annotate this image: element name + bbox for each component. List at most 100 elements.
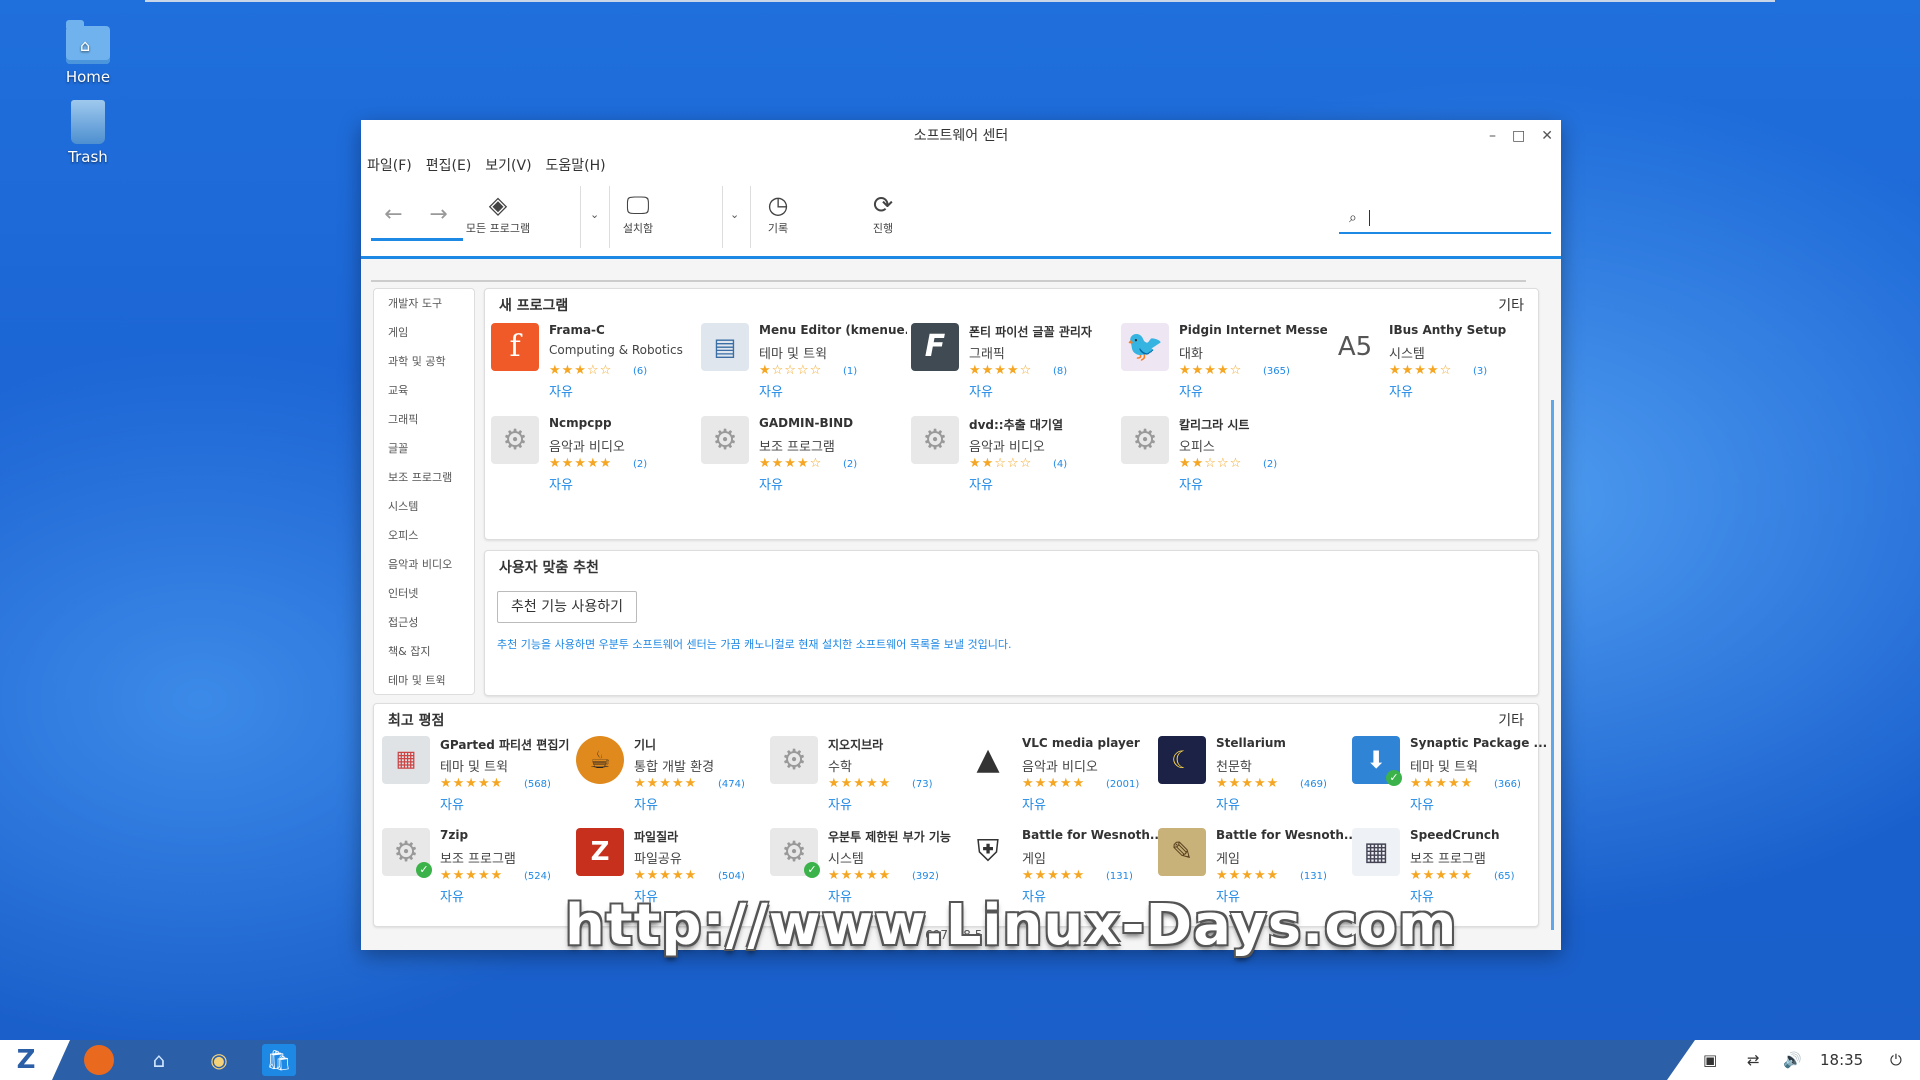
files-icon[interactable]: ⌂ <box>142 1044 176 1076</box>
power-icon[interactable]: ⏻ <box>1890 1040 1902 1080</box>
installed-button[interactable]: 🖵 설치함 <box>593 190 683 236</box>
back-arrow-icon[interactable]: ← <box>371 196 416 234</box>
app-review-count: (73) <box>912 779 933 790</box>
volume-icon[interactable]: 🔊 <box>1783 1040 1802 1080</box>
app-card[interactable]: ▤ Menu Editor (kmenue... 테마 및 트윅 ★☆☆☆☆ (… <box>701 323 907 401</box>
clock[interactable]: 18:35 <box>1820 1040 1863 1080</box>
app-card[interactable]: ☾ Stellarium 천문학 ★★★★★ (469) 자유 <box>1158 736 1363 814</box>
app-card[interactable]: f Frama-C Computing & Robotics ★★★☆☆ (6)… <box>491 323 696 401</box>
sidebar-item-science[interactable]: 과학 및 공학 <box>374 347 474 376</box>
menu-view[interactable]: 보기(V) <box>485 155 531 175</box>
app-card[interactable]: ⚙ dvd::추출 대기열 음악과 비디오 ★★☆☆☆ (4) 자유 <box>911 416 1116 494</box>
home-folder-icon: ⌂ <box>66 20 110 64</box>
app-card[interactable]: ⚙ 칼리그라 시트 오피스 ★★☆☆☆ (2) 자유 <box>1121 416 1326 494</box>
software-center-taskbar-icon[interactable]: 🛍 <box>262 1044 296 1076</box>
app-card[interactable]: ⚙ Ncmpcpp 음악과 비디오 ★★★★★ (2) 자유 <box>491 416 696 494</box>
app-review-count: (365) <box>1263 366 1290 377</box>
app-license: 자유 <box>634 798 658 813</box>
sidebar-item-education[interactable]: 교육 <box>374 376 474 405</box>
desktop-trash[interactable]: Trash <box>38 100 138 166</box>
minimize-icon[interactable]: – <box>1489 120 1496 152</box>
network-icon[interactable]: ⇄ <box>1747 1040 1760 1080</box>
music-player-icon[interactable]: ◉ <box>202 1044 236 1076</box>
sidebar-item-graphics[interactable]: 그래픽 <box>374 405 474 434</box>
speedcrunch-icon: ▦ <box>1352 828 1400 876</box>
app-license: 자유 <box>759 385 783 400</box>
desktop-home[interactable]: ⌂ Home <box>38 20 138 86</box>
app-license: 자유 <box>1022 798 1046 813</box>
app-license: 자유 <box>440 890 464 905</box>
app-name: SpeedCrunch <box>1410 828 1500 842</box>
history-button[interactable]: ◷ 기록 <box>733 190 823 236</box>
new-programs-more-link[interactable]: 기타 <box>1498 295 1524 315</box>
app-review-count: (504) <box>718 871 745 882</box>
sidebar-item-themes[interactable]: 테마 및 트윅 <box>374 666 474 695</box>
top-strip <box>145 0 1775 2</box>
app-name: Frama-C <box>549 323 605 337</box>
sidebar-item-office[interactable]: 오피스 <box>374 521 474 550</box>
all-programs-button[interactable]: ◈ 모든 프로그램 <box>453 190 543 236</box>
menu-help[interactable]: 도움말(H) <box>546 155 606 175</box>
app-rating: ★★★★★ <box>1022 868 1086 883</box>
app-card[interactable]: ▦ GParted 파티션 편집기 테마 및 트윅 ★★★★★ (568) 자유 <box>382 736 587 814</box>
app-category: 통합 개발 환경 <box>634 760 715 775</box>
app-review-count: (131) <box>1106 871 1133 882</box>
firefox-icon[interactable] <box>84 1045 114 1075</box>
app-rating: ★★★★☆ <box>759 456 823 471</box>
sidebar-item-dev-tools[interactable]: 개발자 도구 <box>374 289 474 318</box>
desktop-trash-label: Trash <box>68 148 108 166</box>
sidebar-item-accessibility[interactable]: 접근성 <box>374 608 474 637</box>
app-card[interactable]: A5 IBus Anthy Setup 시스템 ★★★★☆ (3) 자유 <box>1331 323 1536 401</box>
app-card[interactable]: ⚙ 지오지브라 수학 ★★★★★ (73) 자유 <box>770 736 975 814</box>
search-input[interactable]: ⌕ <box>1339 206 1551 234</box>
sidebar-item-games[interactable]: 게임 <box>374 318 474 347</box>
title-bar[interactable]: 소프트웨어 센터 – □ ✕ <box>361 120 1561 152</box>
watermark-text: http://www.Linux-Days.com <box>565 893 1458 958</box>
menu-file[interactable]: 파일(F) <box>367 155 412 175</box>
app-card[interactable]: ⚙ GADMIN-BIND 보조 프로그램 ★★★★☆ (2) 자유 <box>701 416 906 494</box>
app-rating: ★★★★★ <box>828 868 892 883</box>
app-rating: ★★★★★ <box>1410 868 1474 883</box>
top-rated-title: 최고 평점 <box>388 713 445 729</box>
app-review-count: (2) <box>843 459 858 470</box>
app-review-count: (6) <box>633 366 648 377</box>
progress-button[interactable]: ⟳ 진행 <box>838 190 928 236</box>
app-card[interactable]: ⚙ ✓ 7zip 보조 프로그램 ★★★★★ (524) 자유 <box>382 828 587 906</box>
app-name: 칼리그라 시트 <box>1179 418 1250 432</box>
app-card[interactable]: F 폰티 파이선 글꼴 관리자 그래픽 ★★★★☆ (8) 자유 <box>911 323 1116 401</box>
app-category: 수학 <box>828 760 852 775</box>
zorin-menu-icon[interactable]: Z <box>0 1040 70 1080</box>
app-name: GParted 파티션 편집기 <box>440 738 570 752</box>
recommendation-description: 추천 기능을 사용하면 우분투 소프트웨어 센터는 가끔 캐노니컬로 현재 설치… <box>497 638 1012 651</box>
wesnoth-icon: ⛨ <box>964 828 1012 876</box>
app-card[interactable]: ☕ 기니 통합 개발 환경 ★★★★★ (474) 자유 <box>576 736 781 814</box>
app-license: 자유 <box>759 478 783 493</box>
refresh-icon: ⟳ <box>872 191 894 219</box>
maximize-icon[interactable]: □ <box>1512 120 1525 152</box>
menu-bar: 파일(F) 편집(E) 보기(V) 도움말(H) <box>361 152 1561 178</box>
sidebar-item-internet[interactable]: 인터넷 <box>374 579 474 608</box>
top-rated-more-link[interactable]: 기타 <box>1498 710 1524 730</box>
sidebar-item-system[interactable]: 시스템 <box>374 492 474 521</box>
app-name: 7zip <box>440 828 469 842</box>
close-icon[interactable]: ✕ <box>1541 120 1553 152</box>
pidgin-icon: 🐦 <box>1121 323 1169 371</box>
app-card[interactable]: ⬇ ✓ Synaptic Package ... 테마 및 트윅 ★★★★★ (… <box>1352 736 1557 814</box>
sidebar-item-sound-video[interactable]: 음악과 비디오 <box>374 550 474 579</box>
app-card[interactable]: ▲ VLC media player 음악과 비디오 ★★★★★ (2001) … <box>964 736 1169 814</box>
app-name: IBus Anthy Setup <box>1389 323 1507 337</box>
app-license: 자유 <box>1216 798 1240 813</box>
content-divider <box>371 280 1526 282</box>
app-license: 자유 <box>1179 478 1203 493</box>
gear-icon: ⚙ <box>911 416 959 464</box>
notification-icon[interactable]: ▣ <box>1703 1040 1717 1080</box>
menu-edit[interactable]: 편집(E) <box>426 155 472 175</box>
app-category: 대화 <box>1179 347 1203 362</box>
sidebar-item-fonts[interactable]: 글꼴 <box>374 434 474 463</box>
sidebar-item-accessories[interactable]: 보조 프로그램 <box>374 463 474 492</box>
sidebar-item-books[interactable]: 책& 잡지 <box>374 637 474 666</box>
enable-recommendations-button[interactable]: 추천 기능 사용하기 <box>497 591 637 623</box>
app-category: 보조 프로그램 <box>759 440 835 455</box>
new-programs-title: 새 프로그램 <box>499 298 569 314</box>
app-card[interactable]: 🐦 Pidgin Internet Messe... 대화 ★★★★☆ (365… <box>1121 323 1327 401</box>
